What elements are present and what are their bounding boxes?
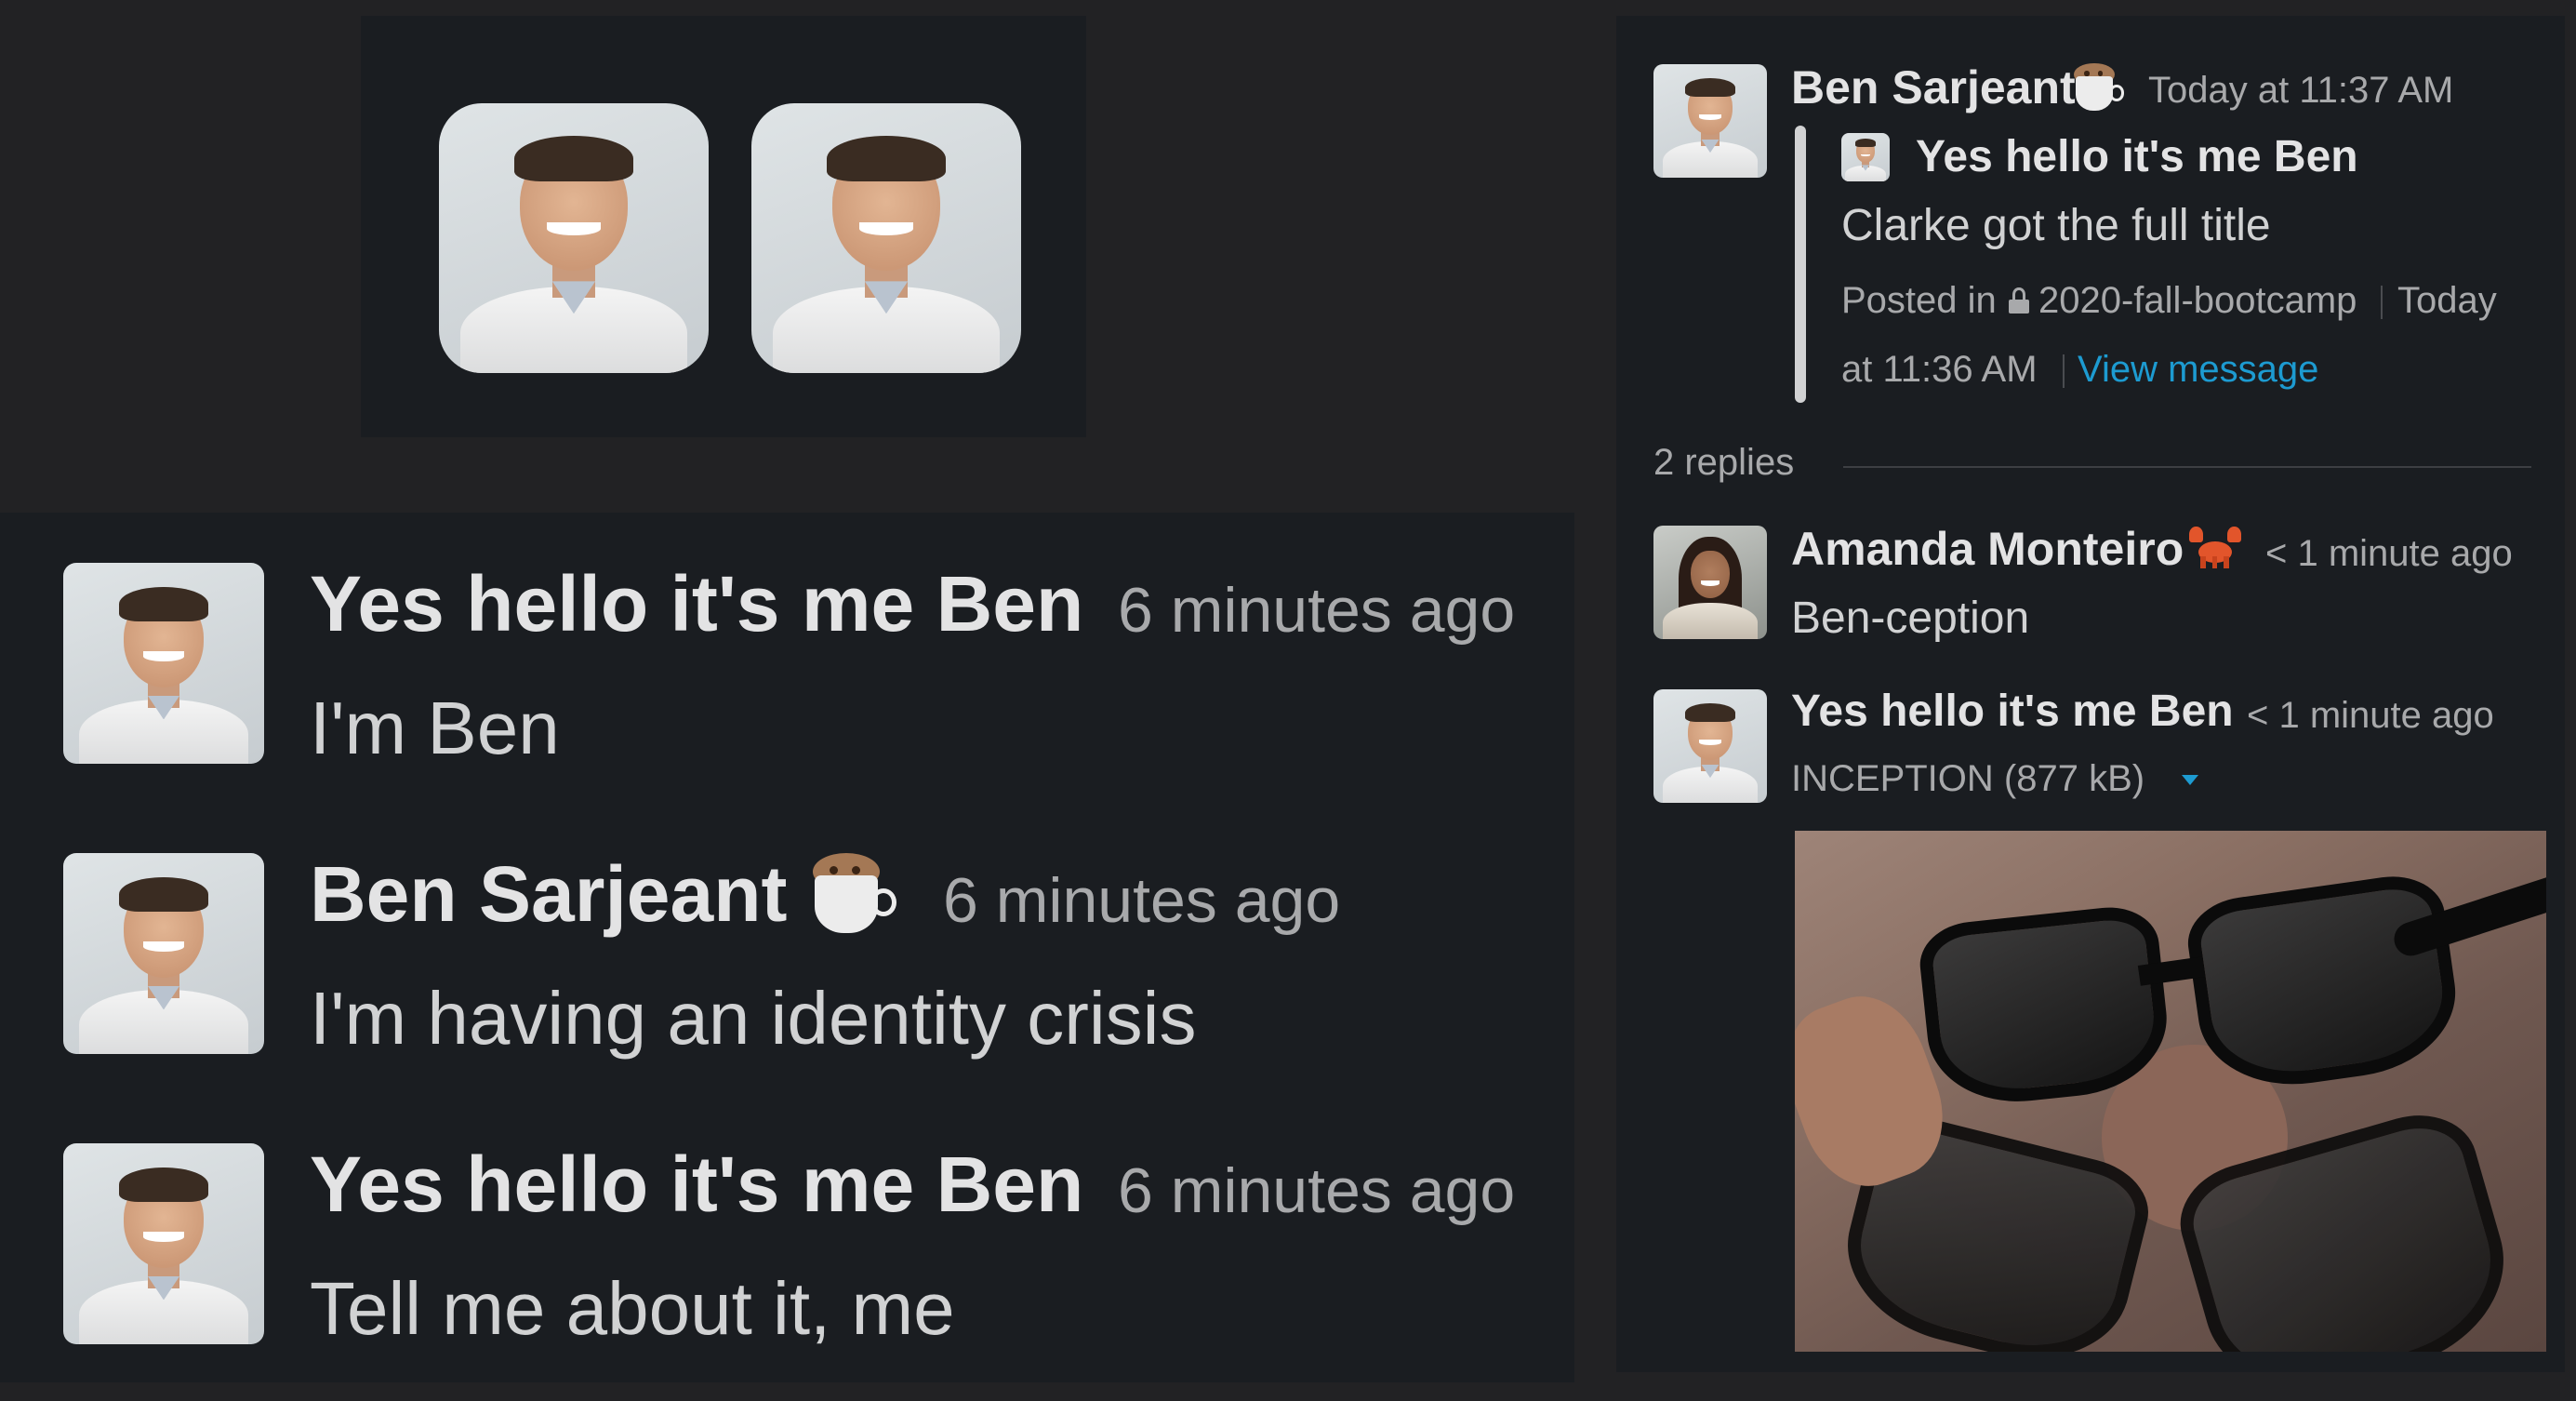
separator xyxy=(2381,286,2383,319)
replies-divider xyxy=(1843,466,2531,468)
thread-panel: Ben Sarjeant Today at 11:37 AM Yes hello… xyxy=(1616,16,2565,1372)
avatar[interactable] xyxy=(1841,133,1890,181)
message-text: Ben-ception xyxy=(1791,594,2030,643)
avatar[interactable] xyxy=(1653,526,1767,639)
avatar[interactable] xyxy=(439,103,709,373)
timestamp[interactable]: 6 minutes ago xyxy=(943,864,1340,937)
separator xyxy=(2063,354,2065,388)
reply-avatars-panel xyxy=(361,16,1086,437)
crab-emoji[interactable] xyxy=(2189,524,2241,570)
timestamp[interactable]: 6 minutes ago xyxy=(1118,1154,1515,1227)
avatar[interactable] xyxy=(63,1143,264,1344)
avatar[interactable] xyxy=(1653,64,1767,178)
channel-link[interactable]: 2020-fall-bootcamp xyxy=(2038,280,2357,322)
sender-name[interactable]: Yes hello it's me Ben xyxy=(310,559,1083,649)
coffee-emoji[interactable] xyxy=(809,846,902,939)
sender-name[interactable]: Ben Sarjeant xyxy=(1791,60,2076,114)
quoted-text: Clarke got the full title xyxy=(1841,201,2271,250)
message-text: Tell me about it, me xyxy=(310,1267,955,1350)
coffee-emoji[interactable] xyxy=(2072,59,2128,114)
quoted-date: Today xyxy=(2397,280,2497,321)
avatar[interactable] xyxy=(63,853,264,1054)
sender-name[interactable]: Yes hello it's me Ben xyxy=(1791,686,2234,737)
avatar[interactable] xyxy=(1653,689,1767,803)
view-message-link[interactable]: View message xyxy=(2078,349,2318,391)
avatar[interactable] xyxy=(751,103,1021,373)
sender-name[interactable]: Ben Sarjeant xyxy=(310,849,788,940)
sender-name[interactable]: Amanda Monteiro xyxy=(1791,522,2184,576)
avatar[interactable] xyxy=(63,563,264,764)
chevron-down-icon[interactable] xyxy=(2182,775,2198,785)
gif-image[interactable] xyxy=(1795,831,2546,1352)
chat-panel: Yes hello it's me Ben 6 minutes ago I'm … xyxy=(0,513,1574,1382)
quoted-time: at 11:36 AM xyxy=(1841,349,2038,390)
lock-icon xyxy=(2009,287,2029,314)
timestamp[interactable]: Today at 11:37 AM xyxy=(2148,70,2453,112)
timestamp[interactable]: 6 minutes ago xyxy=(1118,574,1515,647)
sender-name[interactable]: Yes hello it's me Ben xyxy=(310,1140,1083,1230)
quote-bar xyxy=(1795,126,1806,403)
message-text: I'm Ben xyxy=(310,687,560,769)
replies-count: 2 replies xyxy=(1653,442,1795,483)
attachment-name[interactable]: INCEPTION (877 kB) xyxy=(1791,758,2144,800)
timestamp[interactable]: < 1 minute ago xyxy=(2247,695,2494,737)
quoted-author[interactable]: Yes hello it's me Ben xyxy=(1916,131,2358,182)
message-text: I'm having an identity crisis xyxy=(310,977,1197,1060)
posted-in-label: Posted in xyxy=(1841,280,1997,321)
timestamp[interactable]: < 1 minute ago xyxy=(2265,533,2513,575)
